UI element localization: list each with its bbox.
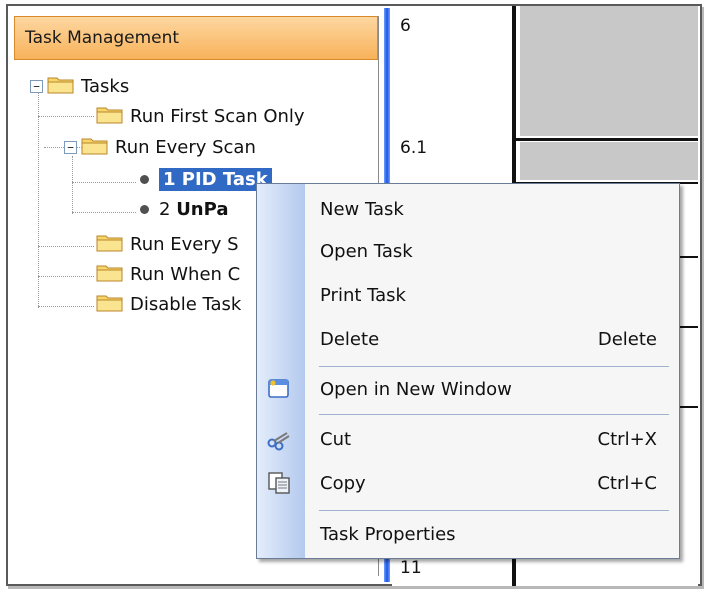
- menu-label: Delete: [320, 328, 380, 350]
- context-menu: New Task Open Task Print Task Delete Del…: [256, 183, 680, 559]
- folder-icon: [96, 292, 124, 317]
- tree-node-run-first-scan[interactable]: Run First Scan Only: [96, 101, 305, 131]
- menu-item-delete[interactable]: Delete Delete: [305, 319, 679, 359]
- tree-node-task-2[interactable]: 2 UnPa: [138, 194, 228, 224]
- ladder-rung: [516, 138, 698, 141]
- ladder-cell: [520, 6, 698, 136]
- tree-node-label: Run Every S: [130, 233, 239, 255]
- tree-connector: [38, 116, 94, 117]
- tree-node-run-when[interactable]: Run When C: [96, 259, 240, 289]
- menu-label: New Task: [320, 198, 404, 220]
- menu-label: Task Properties: [320, 523, 456, 545]
- menu-item-cut[interactable]: Cut Ctrl+X: [305, 419, 679, 459]
- tree-node-tasks[interactable]: − Tasks: [30, 71, 129, 101]
- menu-separator: [319, 414, 669, 415]
- folder-icon: [47, 74, 75, 99]
- menu-item-copy[interactable]: Copy Ctrl+C: [305, 463, 679, 503]
- task-bullet-icon: [140, 204, 149, 214]
- task-bullet-icon: [140, 174, 149, 184]
- tree-node-run-every-scan[interactable]: − Run Every Scan: [64, 132, 256, 162]
- menu-icon-gutter: [257, 184, 305, 558]
- tree-connector: [38, 306, 94, 307]
- panel-title: Task Management: [25, 28, 180, 48]
- ladder-cell: [520, 142, 698, 180]
- panel-header: Task Management: [14, 16, 378, 60]
- scissors-icon: [267, 427, 291, 451]
- menu-label: Copy: [320, 472, 366, 494]
- menu-item-print-task[interactable]: Print Task: [305, 275, 679, 315]
- menu-shortcut: Ctrl+C: [597, 472, 657, 494]
- menu-item-new-task[interactable]: New Task: [305, 189, 679, 229]
- menu-separator: [319, 510, 669, 511]
- collapse-icon[interactable]: −: [64, 140, 77, 154]
- tree-node-number: 2: [159, 198, 171, 220]
- collapse-icon[interactable]: −: [30, 79, 43, 93]
- folder-icon: [96, 232, 124, 257]
- menu-label: Cut: [320, 428, 352, 450]
- menu-label: Open Task: [320, 240, 413, 262]
- folder-icon: [96, 262, 124, 287]
- copy-icon: [267, 471, 291, 495]
- folder-icon: [96, 104, 124, 129]
- menu-item-open-new-window[interactable]: Open in New Window: [305, 369, 679, 409]
- tree-node-run-every-s[interactable]: Run Every S: [96, 229, 239, 259]
- tree-node-label: Tasks: [81, 75, 130, 97]
- tree-node-label-selected: 1 PID Task: [159, 167, 272, 191]
- rung-number: 6: [400, 16, 411, 36]
- tree-node-label: Run When C: [130, 263, 241, 285]
- rung-number: 6.1: [400, 138, 428, 158]
- tree-node-label: Disable Task: [130, 293, 242, 315]
- menu-item-open-task[interactable]: Open Task: [305, 231, 679, 271]
- menu-shortcut: Delete: [597, 328, 657, 350]
- tree-node-task-1[interactable]: 1 PID Task: [138, 164, 272, 194]
- rung-number: 11: [400, 558, 422, 578]
- tree-node-label: UnPa: [176, 198, 229, 220]
- tree-node-label: Run Every Scan: [115, 136, 256, 158]
- tree-connector: [72, 156, 73, 214]
- tree-connector: [38, 246, 94, 247]
- tree-node-label: Run First Scan Only: [130, 105, 305, 127]
- tree-node-disable-task[interactable]: Disable Task: [96, 289, 241, 319]
- menu-item-task-properties[interactable]: Task Properties: [305, 514, 679, 554]
- tree-connector: [72, 182, 136, 183]
- menu-shortcut: Ctrl+X: [597, 428, 657, 450]
- tree-connector: [72, 212, 136, 213]
- folder-icon: [81, 135, 109, 160]
- tree-connector: [38, 276, 94, 277]
- menu-label: Print Task: [320, 284, 406, 306]
- menu-separator: [319, 366, 669, 367]
- new-window-icon: [267, 377, 291, 401]
- tree-connector: [38, 88, 39, 308]
- menu-label: Open in New Window: [320, 378, 512, 400]
